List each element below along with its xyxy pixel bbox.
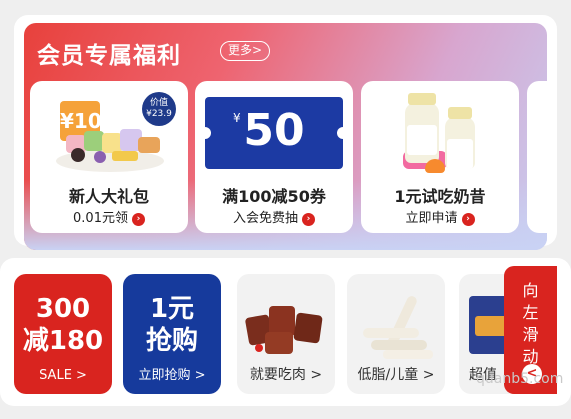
member-benefits-panel: 会员专属福利 更多> ¥10 价值 ¥23.9 新人大礼包 0.01元领 › ¥… xyxy=(14,15,557,250)
tile-caption: 低脂/儿童 > xyxy=(357,367,435,383)
swipe-char: 滑 xyxy=(522,325,539,344)
sale-tile[interactable]: 300 减180 SALE > xyxy=(14,274,112,394)
swipe-text: 向左滑动 xyxy=(504,280,557,368)
meat-category-tile[interactable]: 就要吃肉 > xyxy=(237,274,335,394)
one-yuan-tile[interactable]: 1元 抢购 立即抢购 > xyxy=(123,274,221,394)
one-yuan-line2: 抢购 xyxy=(145,326,198,356)
orange-slice-image xyxy=(425,159,445,173)
milkshake-bottle-image xyxy=(405,93,439,163)
bottle-cap xyxy=(448,107,472,119)
bottle-cap xyxy=(408,93,436,105)
meat-snack-image xyxy=(245,306,323,354)
card-subtitle: 入会免费抽 › xyxy=(195,207,353,226)
tile-caption: 就要吃肉 > xyxy=(249,367,323,383)
price-badge: 价值 ¥23.9 xyxy=(142,92,176,126)
card-sub-text: 0.01元领 xyxy=(73,211,128,226)
arrow-right-icon: › xyxy=(302,213,315,226)
sale-line2: 减180 xyxy=(22,326,104,356)
coupon-amount: 50 xyxy=(243,105,305,156)
card-sub-text: 入会免费抽 xyxy=(232,211,298,226)
coupon-card[interactable]: ¥ 50 满100减50券 入会免费抽 › xyxy=(195,81,353,233)
bottle-label xyxy=(407,125,437,155)
sale-line1: 300 xyxy=(35,294,91,324)
price-badge-label: 价值 xyxy=(149,98,168,108)
card-title: 新人大礼包 xyxy=(68,187,149,206)
panel-title: 会员专属福利 xyxy=(37,43,181,69)
arrow-right-icon: › xyxy=(461,213,475,226)
member-benefits-banner: 会员专属福利 更多> ¥10 价值 ¥23.9 新人大礼包 0.01元领 › ¥… xyxy=(24,23,547,250)
arrow-right-icon: › xyxy=(131,213,145,226)
newcomer-gift-card[interactable]: ¥10 价值 ¥23.9 新人大礼包 0.01元领 › xyxy=(30,81,188,233)
lowfat-kids-category-tile[interactable]: 低脂/儿童 > xyxy=(347,274,445,394)
one-yuan-link: 立即抢购 > xyxy=(138,368,206,383)
milkshake-trial-card[interactable]: 1元试吃奶昔 立即申请 › xyxy=(361,81,519,233)
watermark: quanb5.com xyxy=(476,371,564,387)
swipe-char: 左 xyxy=(522,303,539,322)
card-subtitle: 立即申请 › xyxy=(361,207,519,226)
card-title: 1元试吃奶昔 xyxy=(394,187,486,206)
more-button[interactable]: 更多> xyxy=(220,41,271,61)
swipe-char: 向 xyxy=(522,281,539,300)
card-subtitle: 0.01元领 › xyxy=(30,207,188,226)
sale-link: SALE > xyxy=(39,368,87,383)
card-sub-text: 立即申请 xyxy=(405,211,458,226)
bottle-label xyxy=(447,139,473,169)
next-benefit-card[interactable] xyxy=(527,81,547,233)
snack-plate-image xyxy=(56,129,164,172)
price-badge-value: ¥23.9 xyxy=(146,109,172,119)
cheese-sticks-image xyxy=(363,296,433,359)
coupon-ticket-image: ¥ 50 xyxy=(199,97,349,169)
milkshake-bottle-image xyxy=(445,107,475,169)
card-title: 满100减50券 xyxy=(222,187,326,206)
one-yuan-line1: 1元 xyxy=(149,294,195,324)
